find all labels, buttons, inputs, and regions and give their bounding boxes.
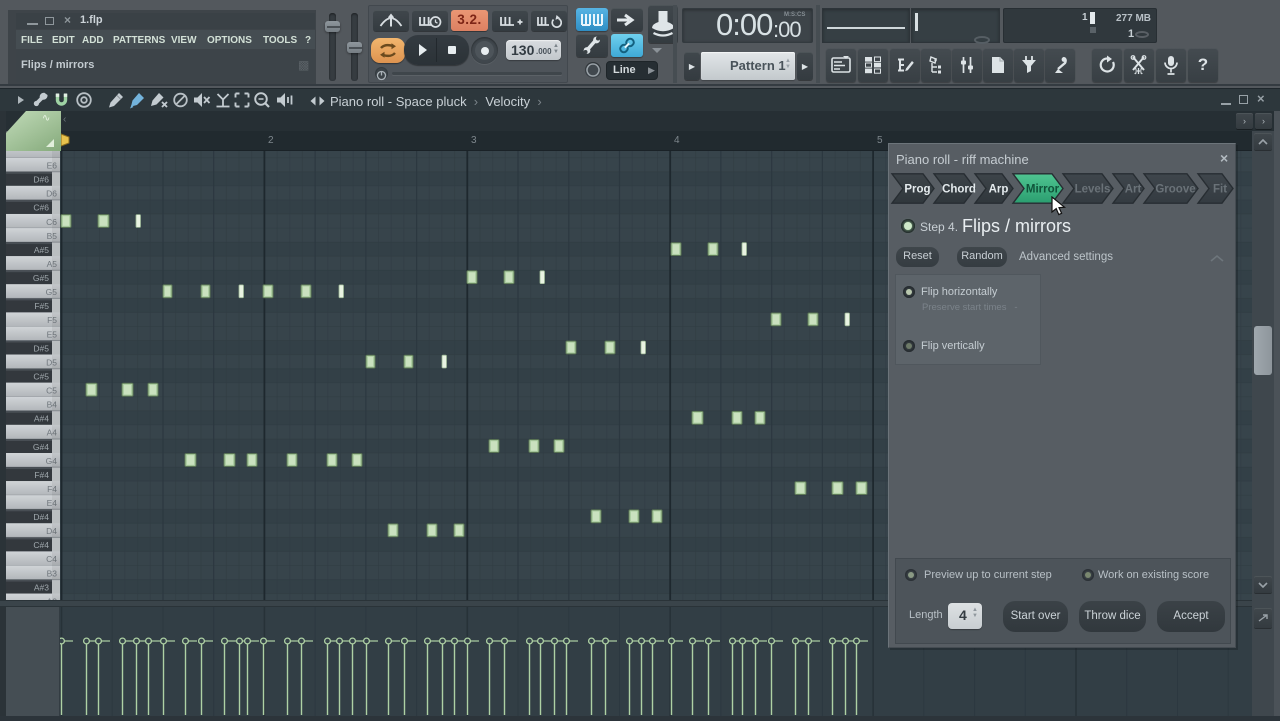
svg-text:F#5: F#5 [34, 301, 49, 311]
svg-text:Chord: Chord [942, 184, 976, 196]
svg-text:D#5: D#5 [33, 343, 49, 353]
svg-text:F#4: F#4 [34, 470, 49, 480]
svg-text:A#3: A#3 [34, 582, 49, 592]
svg-text:A#5: A#5 [34, 245, 49, 255]
svg-text:C#6: C#6 [33, 203, 49, 213]
svg-text:Groove: Groove [1155, 184, 1195, 196]
svg-text:Prog: Prog [904, 184, 930, 196]
svg-text:D#6: D#6 [33, 175, 49, 185]
svg-text:D#4: D#4 [33, 512, 49, 522]
svg-text:G#5: G#5 [33, 273, 49, 283]
svg-text:Art: Art [1125, 184, 1142, 196]
svg-text:Mirror: Mirror [1026, 184, 1060, 196]
svg-text:Arp: Arp [989, 184, 1009, 196]
svg-text:C#4: C#4 [33, 540, 49, 550]
svg-text:Fit: Fit [1213, 184, 1227, 196]
svg-text:G#4: G#4 [33, 442, 49, 452]
svg-text:C#5: C#5 [33, 372, 49, 382]
svg-text:A#4: A#4 [34, 414, 49, 424]
svg-text:Levels: Levels [1075, 184, 1111, 196]
